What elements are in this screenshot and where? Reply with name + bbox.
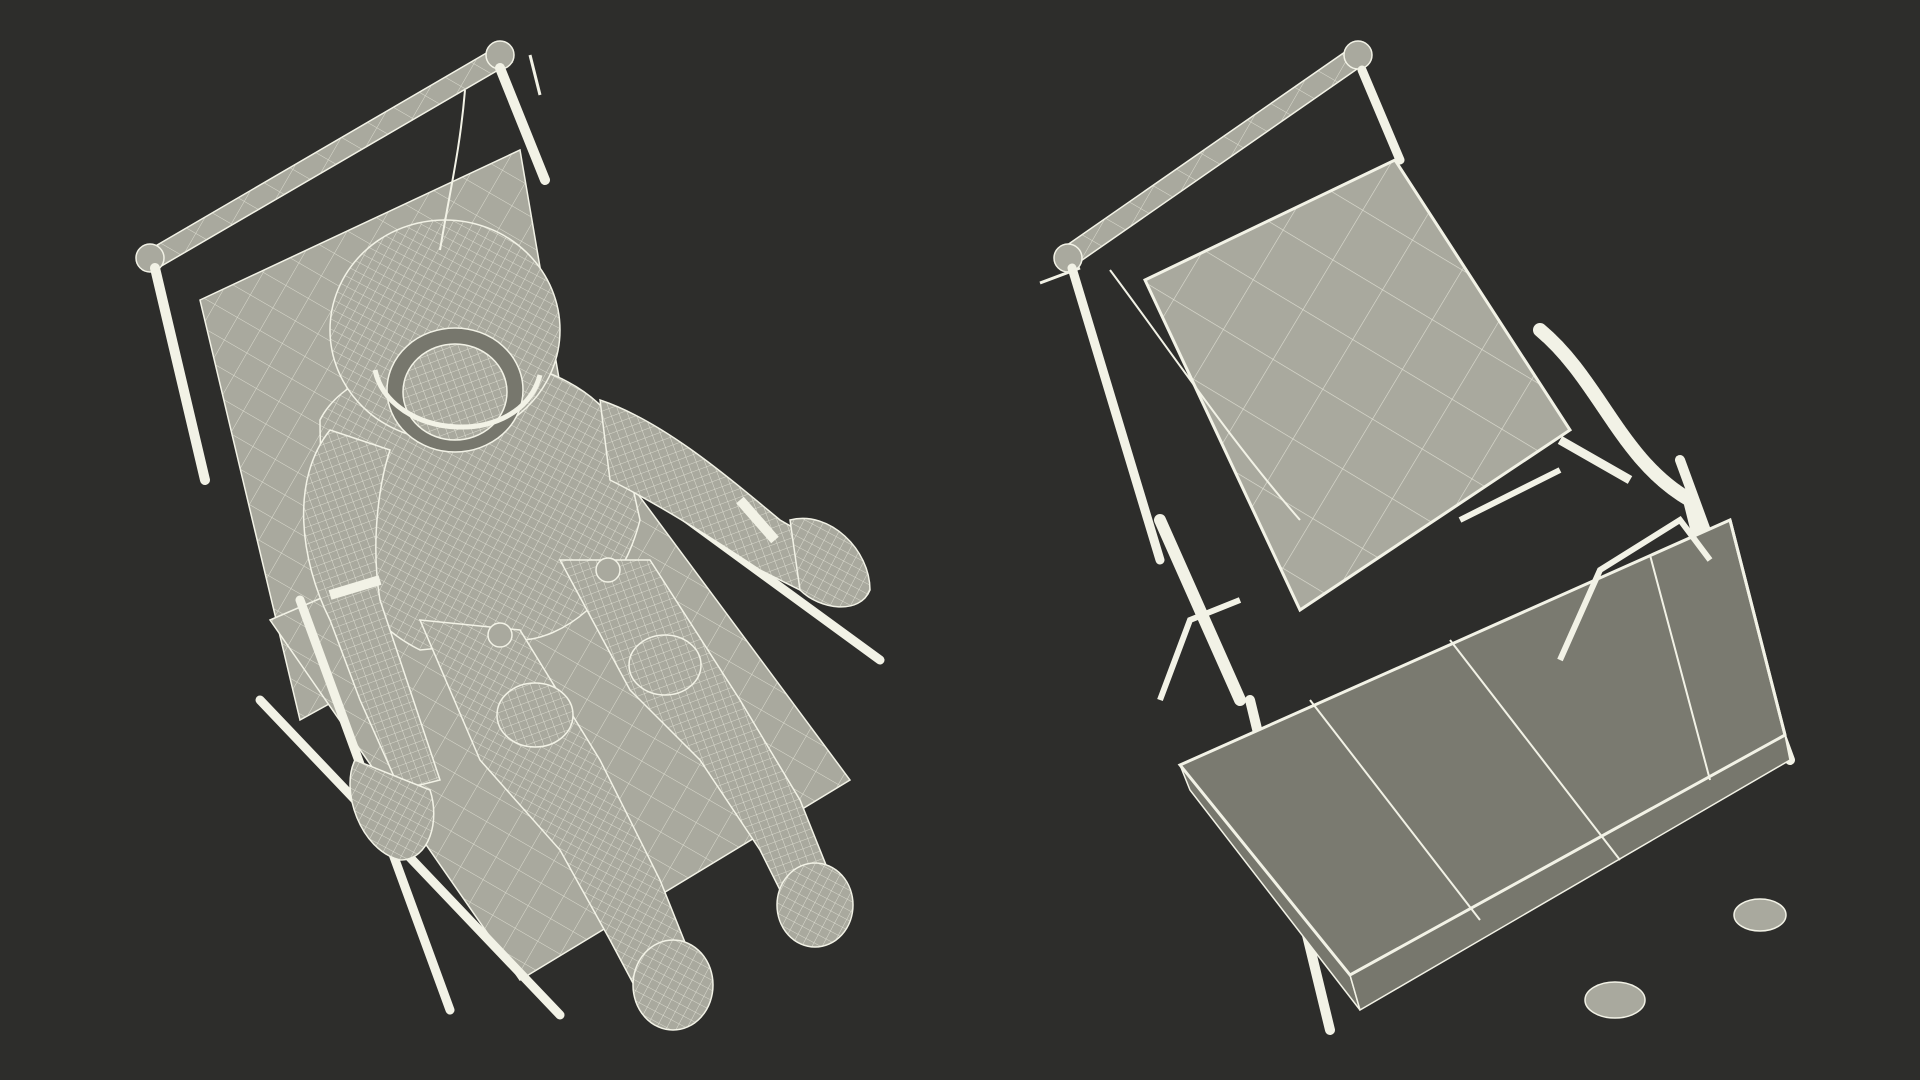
render-viewport [0,0,1920,1080]
wireframe-render [0,0,1920,1080]
